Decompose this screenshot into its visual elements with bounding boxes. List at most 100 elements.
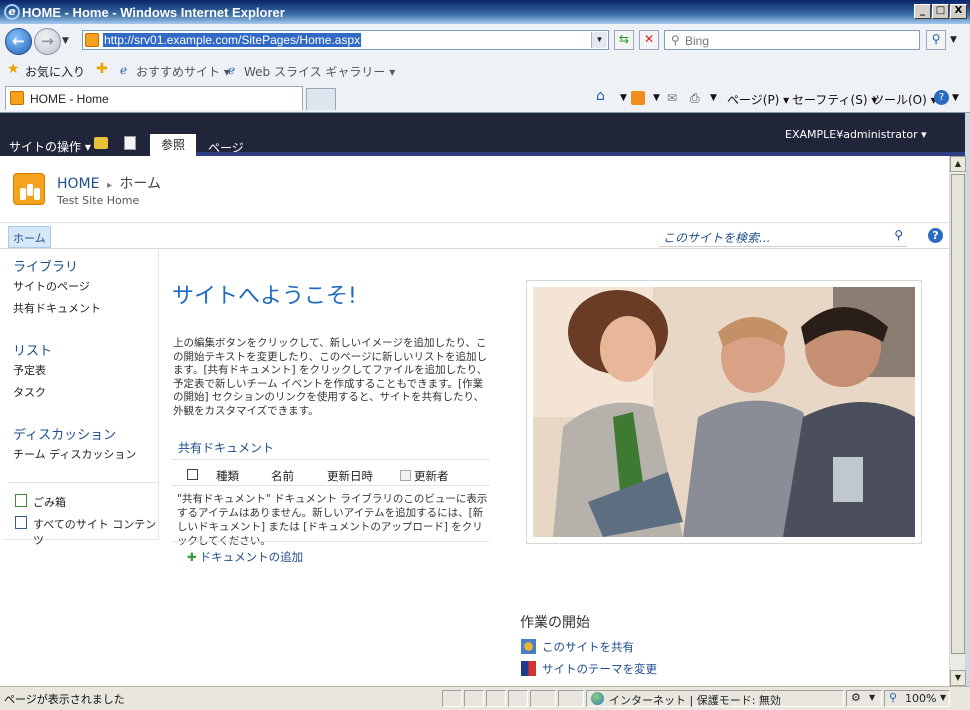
nav-heading-lists[interactable]: リスト [13, 340, 52, 359]
maximize-button[interactable]: □ [932, 4, 949, 19]
share-site-link[interactable]: このサイトを共有 [521, 639, 634, 655]
nav-item-all-site-content[interactable]: すべてのサイト コンテンツ [33, 516, 158, 548]
home-dropdown-icon[interactable]: ▼ [620, 93, 627, 103]
mail-icon[interactable]: ✉ [667, 91, 677, 105]
column-type[interactable]: 種類 [216, 468, 239, 484]
tools-menu[interactable]: ツール(O) ▾ [872, 91, 937, 108]
breadcrumb-site-link[interactable]: HOME [57, 176, 99, 192]
suggested-sites-link[interactable]: おすすめサイト ▾ [136, 63, 230, 80]
column-name[interactable]: 名前 [271, 468, 294, 484]
edit-page-icon[interactable] [124, 136, 136, 150]
sharepoint-help-icon[interactable]: ? [928, 228, 943, 243]
breadcrumb: HOME ▸ ホーム [57, 173, 161, 193]
zoom-icon: ⚲ [889, 691, 898, 704]
select-all-checkbox[interactable] [187, 469, 198, 480]
favorites-button[interactable]: お気に入り [25, 63, 85, 80]
welcome-image-frame [526, 280, 922, 544]
security-lock-icon: ⚙ [851, 691, 861, 704]
column-modified-by[interactable]: 更新者 [414, 468, 449, 484]
nav-heading-libraries[interactable]: ライブラリ [13, 256, 78, 275]
print-dropdown-icon[interactable]: ▼ [710, 93, 717, 103]
status-cell [558, 690, 584, 707]
browser-chrome: ← → ▼ http://srv01.example.com/SitePages… [0, 24, 970, 113]
search-box[interactable]: ⚲ Bing [664, 30, 920, 50]
site-search-icon[interactable]: ⚲ [894, 228, 903, 242]
welcome-photo [533, 287, 915, 537]
search-options-icon[interactable]: ▼ [950, 35, 957, 45]
site-description: Test Site Home [57, 194, 140, 207]
welcome-photo-illustration [533, 287, 915, 537]
zoom-level: 100% [905, 692, 937, 705]
status-cell [464, 690, 484, 707]
address-bar[interactable]: http://srv01.example.com/SitePages/Home.… [82, 30, 609, 50]
share-site-label: このサイトを共有 [542, 640, 634, 654]
column-modified[interactable]: 更新日時 [327, 468, 373, 484]
all-content-icon [15, 516, 27, 529]
doc-library-header-row: 種類 名前 更新日時 更新者 [172, 459, 490, 486]
tab-browse[interactable]: 参照 [150, 134, 196, 156]
nav-item-team-discussion[interactable]: チーム ディスカッション [13, 446, 136, 462]
security-dropdown-icon[interactable]: ▼ [869, 693, 875, 702]
address-dropdown-icon[interactable]: ▼ [591, 32, 607, 48]
ie-logo-icon: e [4, 4, 20, 20]
site-actions-menu[interactable]: サイトの操作 ▾ [9, 138, 91, 155]
search-button-icon[interactable]: ⚲ [926, 30, 946, 50]
status-bar: ページが表示されました インターネット | 保護モード: 無効 ⚙ ▼ ⚲ 10… [0, 686, 970, 710]
status-cell [508, 690, 528, 707]
vertical-scrollbar[interactable]: ▲ ▼ [949, 156, 966, 686]
help-dropdown-icon[interactable]: ▼ [952, 93, 959, 103]
back-button[interactable]: ← [5, 28, 32, 55]
close-button[interactable]: X [950, 4, 967, 19]
scroll-thumb[interactable] [951, 174, 965, 654]
new-tab-button[interactable] [306, 88, 336, 110]
doc-library-title[interactable]: 共有ドキュメント [178, 439, 274, 456]
nav-item-site-pages[interactable]: サイトのページ [13, 278, 90, 294]
security-zone[interactable]: インターネット | 保護モード: 無効 [586, 690, 844, 707]
ie-page-icon: ℯ [228, 63, 236, 77]
window-right-edge [965, 113, 970, 686]
home-icon[interactable]: ⌂ [596, 88, 605, 104]
add-favorite-icon[interactable]: ✚ [96, 61, 108, 77]
ie-page-icon: ℯ [120, 63, 128, 77]
add-document-label: ドキュメントの追加 [199, 550, 304, 564]
print-icon[interactable]: ⎙ [690, 91, 700, 106]
intro-text: 上の編集ボタンをクリックして、新しいイメージを追加したり、この開始テキストを変更… [173, 337, 488, 417]
rss-feed-icon[interactable] [631, 91, 645, 105]
tab-home[interactable]: HOME - Home [5, 86, 303, 110]
getting-started-title: 作業の開始 [520, 615, 590, 631]
help-icon[interactable]: ? [934, 90, 949, 105]
nav-item-shared-documents[interactable]: 共有ドキュメント [13, 300, 101, 316]
navigate-up-icon[interactable] [94, 137, 108, 149]
forward-button[interactable]: → [34, 28, 61, 55]
nav-item-tasks[interactable]: タスク [13, 384, 46, 400]
web-slice-gallery-link[interactable]: Web スライス ギャラリー ▾ [244, 63, 395, 80]
protected-mode-button[interactable]: ⚙ ▼ [846, 690, 882, 707]
nav-divider [8, 482, 158, 483]
compatibility-view-icon[interactable]: ⇆ [614, 30, 634, 50]
nav-item-calendar[interactable]: 予定表 [13, 362, 46, 378]
change-theme-label: サイトのテーマを変更 [542, 662, 657, 676]
add-icon: ✚ [187, 550, 197, 564]
nav-heading-discussions[interactable]: ディスカッション [13, 424, 116, 443]
stop-icon[interactable]: ✕ [639, 30, 659, 50]
site-search-input[interactable]: このサイトを検索... ⚲ [659, 227, 907, 247]
nav-item-recycle-bin[interactable]: ごみ箱 [33, 494, 66, 510]
top-nav-home[interactable]: ホーム [8, 226, 51, 248]
history-dropdown-icon[interactable]: ▼ [62, 36, 69, 46]
change-theme-icon [521, 661, 536, 676]
feed-dropdown-icon[interactable]: ▼ [653, 93, 660, 103]
user-menu[interactable]: EXAMPLE¥administrator ▾ [785, 128, 927, 141]
scroll-down-arrow-icon[interactable]: ▼ [950, 670, 966, 686]
zoom-dropdown-icon[interactable]: ▼ [940, 693, 946, 702]
minimize-button[interactable]: _ [914, 4, 931, 19]
sharepoint-ribbon: サイトの操作 ▾ 参照 ページ EXAMPLE¥administrator ▾ [0, 113, 965, 156]
modified-by-icon [400, 470, 411, 481]
zoom-control[interactable]: ⚲ 100% ▼ [884, 690, 950, 707]
site-logo-icon[interactable] [13, 173, 45, 205]
safety-menu[interactable]: セーフティ(S) ▾ [792, 91, 877, 108]
add-document-link[interactable]: ✚ ドキュメントの追加 [187, 549, 303, 565]
scroll-up-arrow-icon[interactable]: ▲ [950, 156, 966, 172]
address-url: http://srv01.example.com/SitePages/Home.… [103, 33, 362, 47]
change-theme-link[interactable]: サイトのテーマを変更 [521, 661, 657, 677]
page-menu[interactable]: ページ(P) ▾ [727, 91, 789, 108]
